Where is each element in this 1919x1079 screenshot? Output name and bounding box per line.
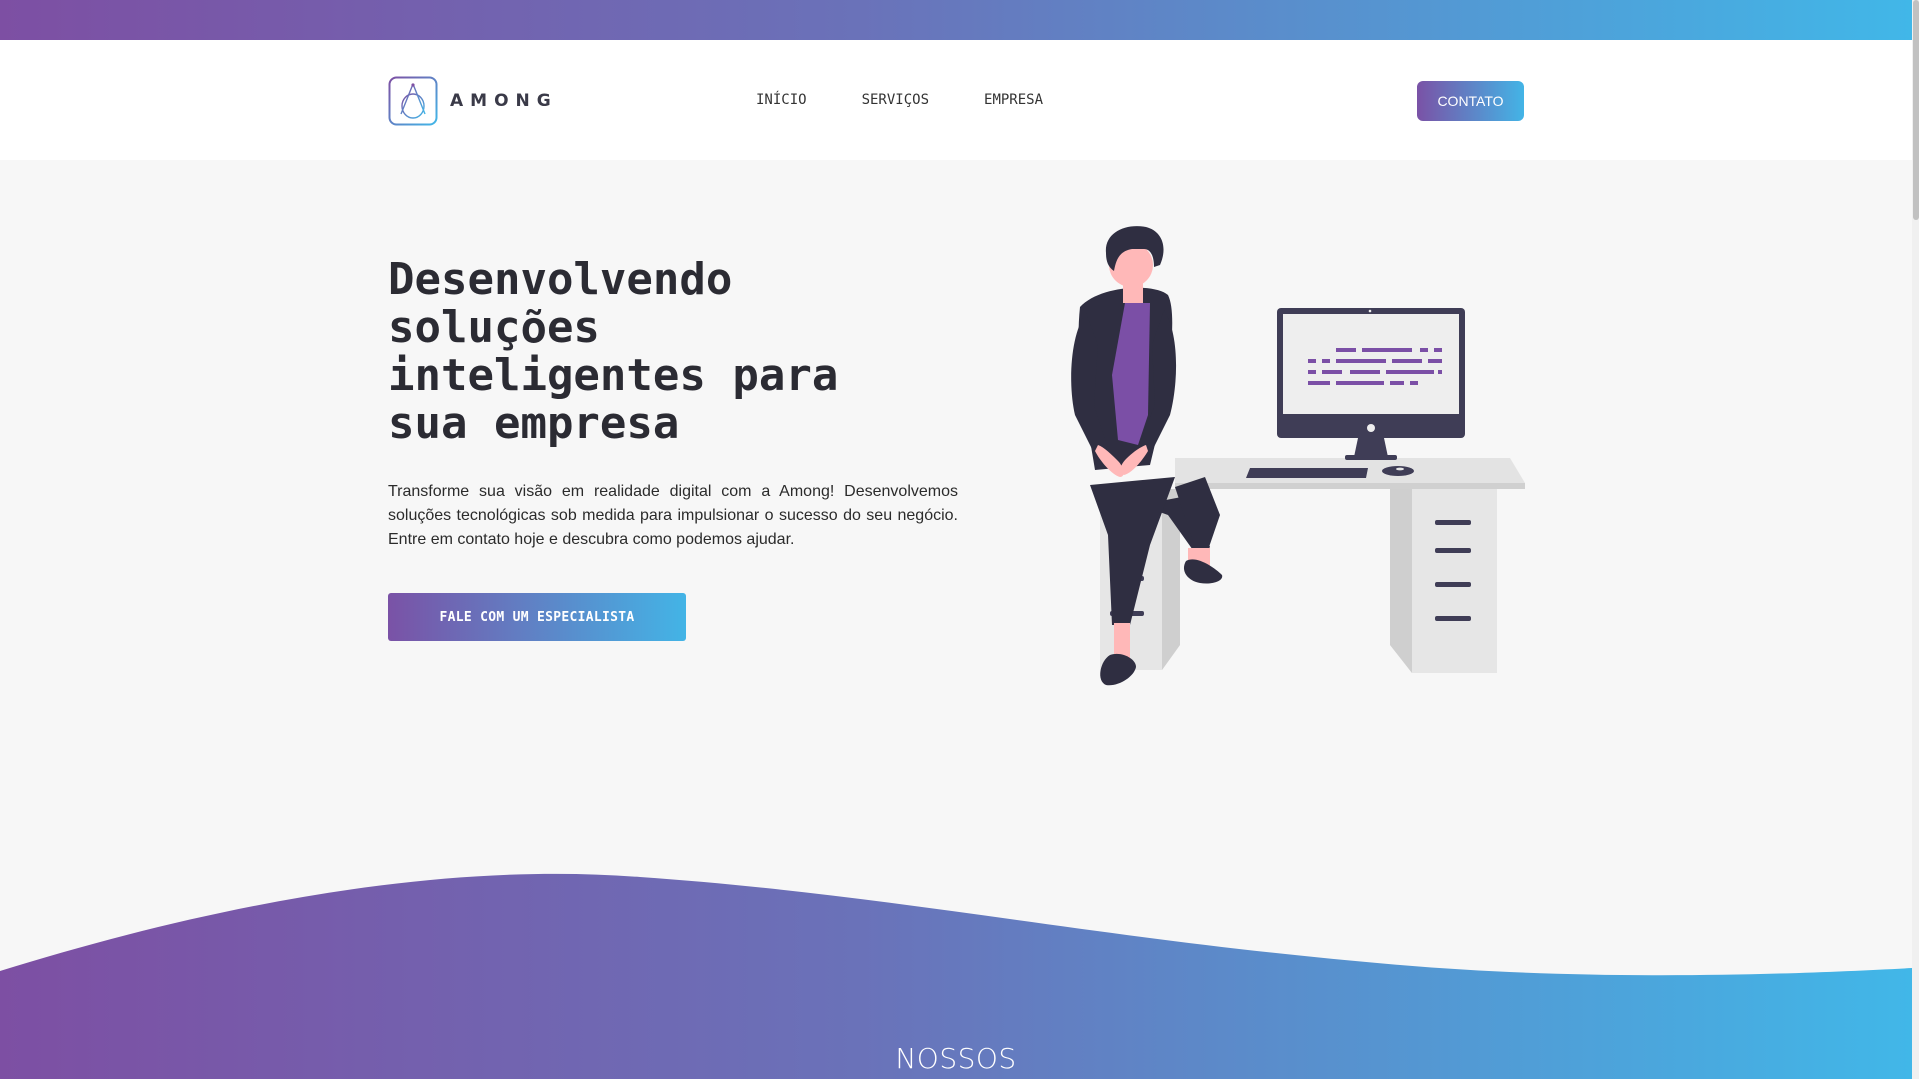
hero-title: Desenvolvendo soluções inteligentes para… xyxy=(388,256,948,448)
developer-at-desk-illustration xyxy=(1071,226,1525,686)
nav-link-empresa[interactable]: EMPRESA xyxy=(984,92,1043,108)
nav-link-inicio[interactable]: INÍCIO xyxy=(756,92,807,108)
contact-button[interactable]: CONTATO xyxy=(1417,81,1524,121)
hero-description: Transforme sua visão em realidade digita… xyxy=(388,483,958,548)
nav-link-servicos[interactable]: SERVIÇOS xyxy=(862,92,929,108)
main-nav: INÍCIO SERVIÇOS EMPRESA xyxy=(756,92,1098,108)
keyboard xyxy=(1246,468,1368,478)
mouse xyxy=(1382,466,1414,476)
navbar: AMONG INÍCIO SERVIÇOS EMPRESA CONTATO xyxy=(0,40,1912,160)
section-title-nossos: NOSSOS xyxy=(895,1042,1017,1075)
hero-title-line: sua empresa xyxy=(388,398,680,449)
top-gradient-bar xyxy=(0,0,1912,40)
hero-title-line: Desenvolvendo xyxy=(388,254,733,305)
talk-to-specialist-button[interactable]: FALE COM UM ESPECIALISTA xyxy=(388,593,686,641)
logo[interactable]: AMONG xyxy=(388,76,558,126)
scrollbar-thumb[interactable] xyxy=(1913,0,1919,220)
among-logo-icon xyxy=(388,76,438,126)
hero-title-line: inteligentes para xyxy=(388,350,839,401)
brand-name: AMONG xyxy=(450,91,558,111)
hero-title-line: soluções xyxy=(388,302,600,353)
